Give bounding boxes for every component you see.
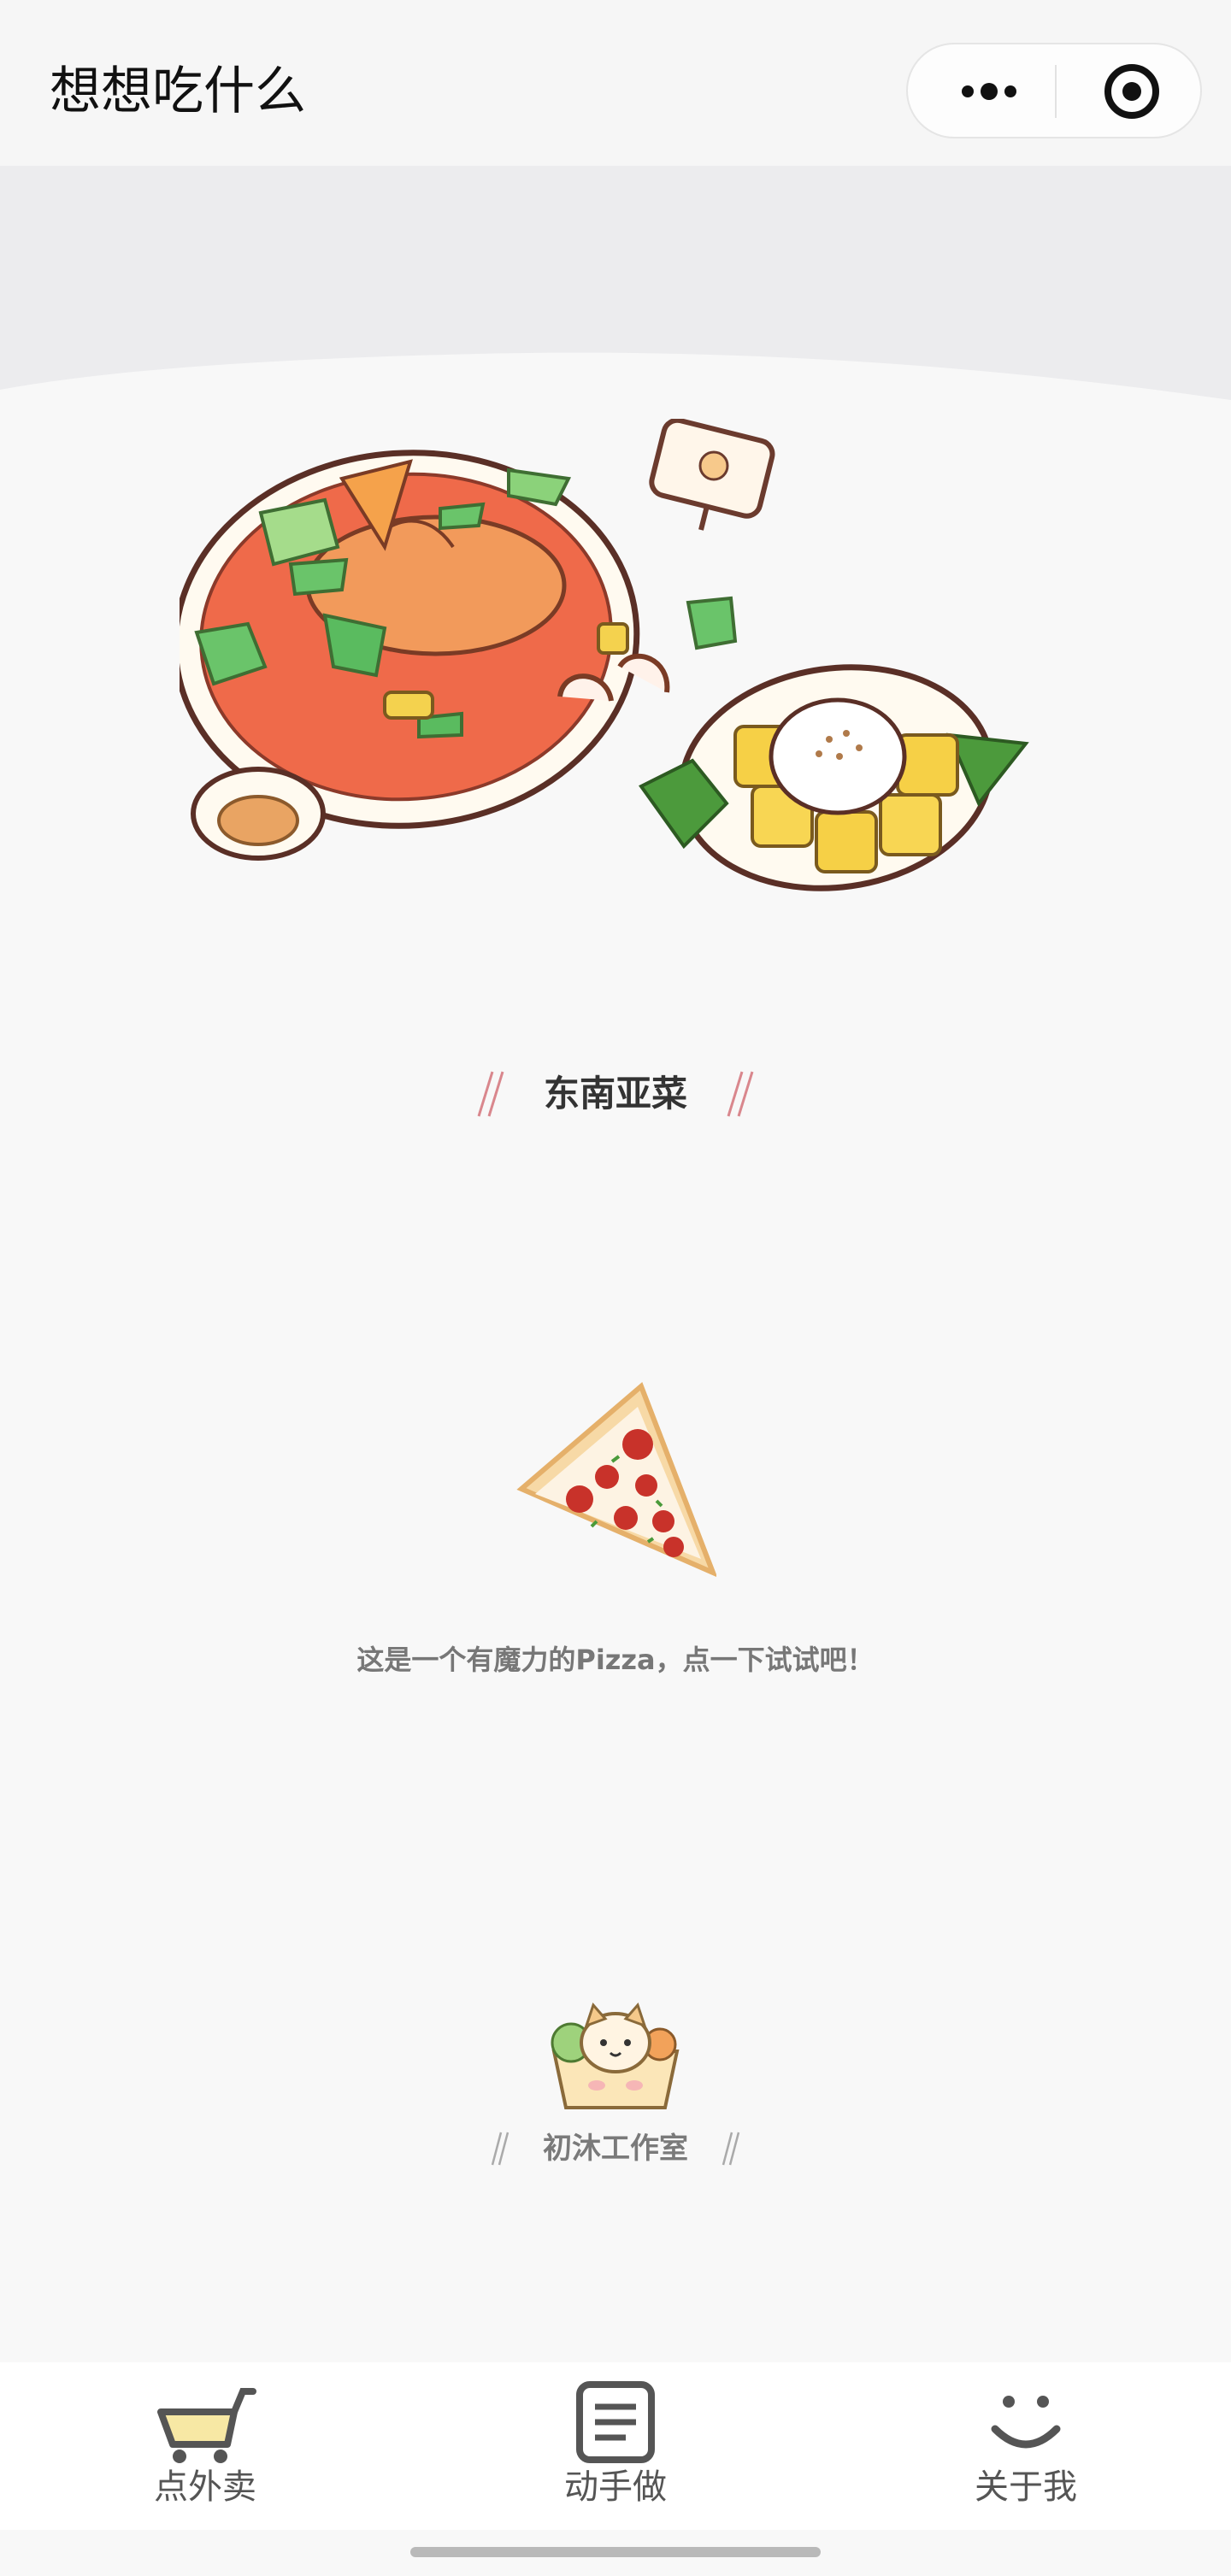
pizza-slice-icon[interactable] xyxy=(511,1376,718,1581)
capsule-divider xyxy=(1055,65,1057,118)
cart-icon xyxy=(157,2388,256,2463)
navigation-bar: 想想吃什么 xyxy=(0,0,1231,166)
tab-label: 点外卖 xyxy=(154,2467,256,2507)
studio-signature: 初沐工作室 xyxy=(0,2123,1231,2174)
smile-icon xyxy=(991,2396,1061,2449)
page-title: 想想吃什么 xyxy=(50,62,306,121)
tab-label: 动手做 xyxy=(564,2467,667,2507)
target-circle-icon[interactable] xyxy=(1089,60,1175,123)
tab-label: 关于我 xyxy=(975,2467,1077,2507)
tab-cook-yourself[interactable]: 动手做 xyxy=(487,2362,744,2530)
cat-in-basket-logo xyxy=(545,2000,686,2114)
home-indicator xyxy=(410,2547,821,2557)
decorative-slash-icon xyxy=(727,1071,754,1117)
decorative-slash-icon xyxy=(722,2132,740,2166)
southeast-asian-food-illustration xyxy=(172,417,1051,932)
tab-about-me[interactable]: 关于我 xyxy=(898,2362,1154,2530)
document-icon xyxy=(576,2381,655,2463)
header-wave-background xyxy=(0,166,1231,400)
section-title: 东南亚菜 xyxy=(0,1060,1231,1128)
mini-program-capsule xyxy=(906,43,1202,138)
studio-name: 初沐工作室 xyxy=(543,2132,688,2166)
section-title-label: 东南亚菜 xyxy=(543,1073,687,1115)
pizza-hint-text: 这是一个有魔力的Pizza，点一下试试吧！ xyxy=(356,1644,875,1676)
tab-order-takeout[interactable]: 点外卖 xyxy=(77,2362,333,2530)
more-dots-icon[interactable] xyxy=(942,60,1036,123)
bottom-tab-bar: 点外卖 动手做 关于我 xyxy=(0,2362,1231,2530)
decorative-slash-icon xyxy=(477,1071,504,1117)
decorative-slash-icon xyxy=(491,2132,509,2166)
